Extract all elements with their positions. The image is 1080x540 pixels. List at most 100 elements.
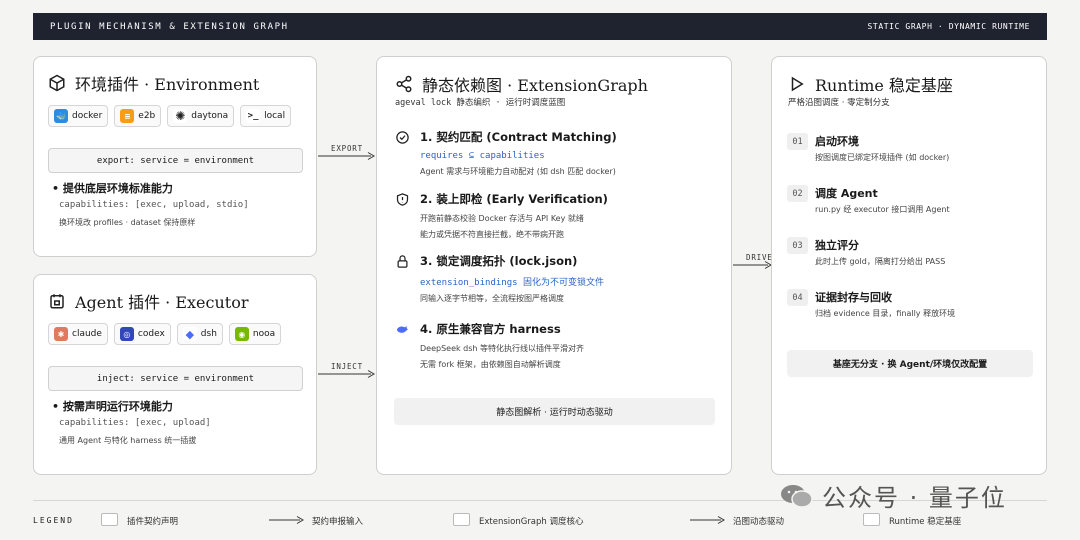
agent-bullet: • 按需声明运行环境能力 [52,400,173,413]
runtime-step-2-num: 02 [787,185,808,202]
runtime-step-4-num: 04 [787,289,808,306]
watermark: 公众号 · 量子位 [780,478,1007,513]
docker-icon: 🐳 [54,109,68,123]
runtime-step-3-title: 独立评分 [815,239,859,252]
drive-arrow [733,261,772,269]
runtime-step-1-title: 启动环境 [815,135,859,148]
environment-title: 环境插件 · Environment [48,71,259,95]
agent-title: Agent 插件 · Executor [48,289,249,313]
runtime-subtitle: 严格沿图调度 · 零定制分支 [788,98,890,108]
codex-icon: ◎ [119,327,134,341]
chip-nooa: ◉ nooa [228,323,282,345]
shield-alert-icon [396,192,409,206]
legend-graph-label: ExtensionGraph 调度核心 [479,517,584,527]
legend-swatch-graph [453,513,470,526]
environment-title-text: 环境插件 · Environment [75,75,260,94]
step-3-title: 3. 锁定调度拓扑 (lock.json) [420,254,578,268]
runtime-footer: 基座无分支 · 换 Agent/环境仅改配置 [787,350,1033,377]
agent-card: Agent 插件 · Executor ✱ claude ◎ codex ◆ dsh … [33,274,317,475]
deepseek-whale-icon [396,325,409,333]
graph-step-4: 4. 原生兼容官方 harness DeepSeek dsh 等特化执行线以插件… [395,321,715,370]
graph-step-1: 1. 契约匹配 (Contract Matching) requires ⊆ c… [395,129,715,177]
daytona-icon: ✺ [173,109,188,123]
step-1-title: 1. 契约匹配 (Contract Matching) [420,130,617,144]
step-2-line-2: 能力或凭据不符直接拦截，绝不带病开跑 [420,230,564,239]
step-3-line-1: extension_bindings 固化为不可变锁文件 [420,278,604,288]
runtime-step-1-desc: 按图调度已绑定环境插件 (如 docker) [815,153,950,162]
deepseek-icon: ◆ [182,327,197,341]
runtime-step-4-title: 证据封存与回收 [815,291,892,304]
graph-footer: 静态图解析 · 运行时动态驱动 [394,398,715,425]
play-icon [791,76,804,92]
chip-local: >_ local [240,105,292,127]
runtime-step-3-desc: 此时上传 gold，隔离打分给出 PASS [815,257,946,266]
legend-arrow-input [269,516,304,524]
inject-arrow [318,370,375,378]
environment-chips: 🐳 docker ≡ e2b ✺ daytona >_ local [48,105,292,127]
environment-card: 环境插件 · Environment 🐳 docker ≡ e2b ✺ daytona… [33,56,317,257]
graph-step-2: 2. 装上即检 (Early Verification) 开跑前静态校验 Doc… [395,191,715,240]
legend-input-label: 契约申报输入 [312,517,364,527]
runtime-title-text: Runtime 稳定基座 [815,76,953,95]
step-4-line-1: DeepSeek dsh 等特化执行线以插件平滑对齐 [420,344,585,353]
graph-title: 静态依赖图 · ExtensionGraph [395,72,648,96]
chip-daytona-label: daytona [191,111,229,121]
chip-codex: ◎ codex [113,323,171,345]
runtime-card: Runtime 稳定基座 严格沿图调度 · 零定制分支 01 启动环境 按图调度… [771,56,1047,475]
legend-swatch-plugin [101,513,118,526]
environment-note: 换环境改 profiles · dataset 保持原样 [59,218,196,227]
runtime-step-2-desc: run.py 经 executor 接口调用 Agent [815,205,950,214]
claude-icon: ✱ [54,327,68,341]
legend-plugin-label: 插件契约声明 [127,517,179,527]
chip-codex-label: codex [137,329,165,339]
extension-graph-card: 静态依赖图 · ExtensionGraph ageval lock 静态编织 … [376,56,732,475]
chip-nooa-label: nooa [252,329,276,339]
export-arrow [318,152,375,160]
calendar-icon [50,294,64,309]
share-nodes-icon [396,75,412,93]
chip-e2b: ≡ e2b [114,105,162,127]
graph-step-3: 3. 锁定调度拓扑 (lock.json) extension_bindings… [395,253,715,304]
header-bar: PLUGIN MECHANISM & EXTENSION GRAPH STATI… [33,13,1047,40]
step-2-title: 2. 装上即检 (Early Verification) [420,192,608,206]
chip-e2b-label: e2b [138,111,156,121]
chip-docker-label: docker [72,111,103,121]
graph-subtitle: ageval lock 静态编织 · 运行时调度蓝图 [395,98,566,108]
e2b-icon: ≡ [120,109,135,123]
agent-title-text: Agent 插件 · Executor [75,293,249,312]
step-4-line-2: 无需 fork 框架，由依赖图自动解析调度 [420,360,561,369]
graph-title-text: 静态依赖图 · ExtensionGraph [422,76,648,95]
cube-icon [49,74,65,92]
check-circle-icon [396,130,409,144]
chip-claude-label: claude [72,329,102,339]
agent-chips: ✱ claude ◎ codex ◆ dsh ◉ nooa [48,323,282,345]
nvidia-icon: ◉ [234,327,249,341]
lock-icon [397,254,408,268]
header-subtitle: STATIC GRAPH · DYNAMIC RUNTIME [867,22,1030,31]
agent-note: 通用 Agent 与特化 harness 统一插拔 [59,436,197,445]
terminal-icon: >_ [246,109,261,123]
legend-title: LEGEND [33,516,74,525]
environment-capabilities: capabilities: [exec, upload, stdio] [59,200,249,210]
runtime-step-3-num: 03 [787,237,808,254]
header-title: PLUGIN MECHANISM & EXTENSION GRAPH [50,21,289,32]
legend-swatch-runtime [863,513,880,526]
chip-daytona: ✺ daytona [167,105,235,127]
step-3-line-2: 同输入逐字节相等，全流程按图严格调度 [420,294,564,303]
environment-bullet: • 提供底层环境标准能力 [52,182,173,195]
agent-inject-code: inject: service = environment [48,366,303,391]
step-4-title: 4. 原生兼容官方 harness [420,322,561,336]
chip-local-label: local [264,111,286,121]
chip-dsh: ◆ dsh [176,323,223,345]
runtime-step-2-title: 调度 Agent [815,187,878,200]
step-1-line-1: requires ⊆ capabilities [420,151,545,161]
wechat-icon [781,484,813,508]
legend-arrow-drive [690,516,725,524]
step-1-line-2: Agent 需求与环境能力自动配对 (如 dsh 匹配 docker) [420,167,616,176]
watermark-text: 公众号 · 量子位 [822,484,1007,512]
chip-dsh-label: dsh [200,329,217,339]
runtime-step-4-desc: 归档 evidence 目录，finally 释放环境 [815,309,956,318]
chip-docker: 🐳 docker [48,105,109,127]
agent-capabilities: capabilities: [exec, upload] [59,418,211,428]
legend-runtime-label: Runtime 稳定基座 [889,517,962,527]
